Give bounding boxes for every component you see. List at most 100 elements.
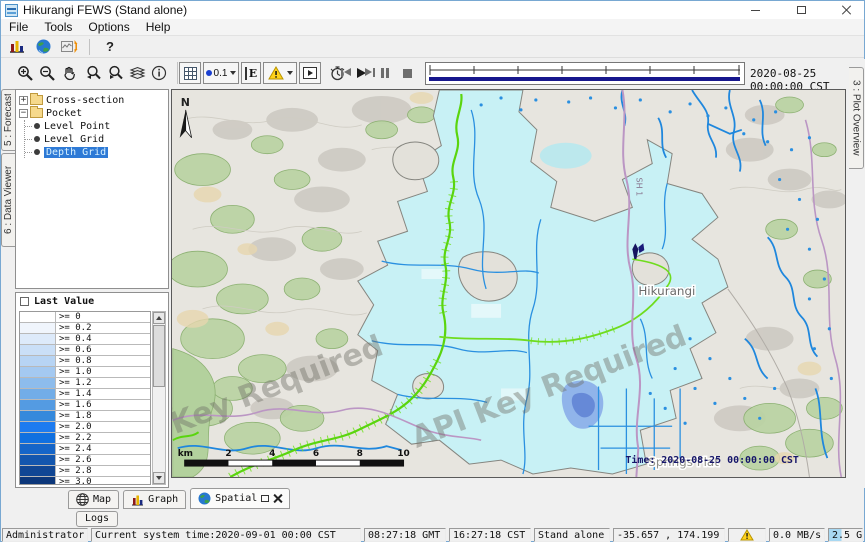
tab-map-label: Map — [93, 494, 111, 505]
tab-spatial[interactable]: Spatial — [190, 488, 290, 509]
layers-button[interactable] — [129, 62, 146, 84]
close-tab-button[interactable] — [273, 494, 282, 503]
tree-item-label: Level Point — [44, 121, 110, 132]
app-icon — [5, 4, 18, 17]
tab-spatial-label: Spatial — [215, 493, 257, 504]
menu-help[interactable]: Help — [138, 19, 179, 35]
warning-layer-dropdown[interactable] — [263, 62, 297, 84]
pan-hand-button[interactable] — [61, 62, 77, 84]
menu-tools[interactable]: Tools — [36, 19, 80, 35]
maximize-button[interactable] — [792, 2, 810, 18]
minimize-button[interactable] — [746, 2, 764, 18]
main-toolbar: ? — [1, 36, 864, 58]
warning-triangle-icon — [268, 66, 284, 80]
tree-item-depth-grid[interactable]: Depth Grid — [25, 146, 168, 158]
grid-display-button[interactable] — [179, 62, 201, 84]
status-local-time: 16:27:18 CST — [449, 528, 531, 542]
tab-logs[interactable]: Logs — [76, 511, 118, 527]
bullet-icon — [34, 149, 40, 155]
legend-color-swatch — [20, 389, 56, 399]
scroll-down-button[interactable] — [153, 472, 165, 484]
layers-tree-panel: Cross-section Pocket Level Point Level G… — [15, 89, 169, 289]
status-bar: Administrator Current system time:2020-0… — [1, 528, 864, 542]
globe-icon[interactable] — [33, 38, 53, 56]
bullet-icon — [34, 136, 40, 142]
legend-color-swatch — [20, 323, 56, 333]
info-button[interactable] — [151, 62, 167, 84]
pause-button[interactable] — [381, 62, 389, 84]
status-memory: 2.5 GB — [828, 528, 863, 542]
chevron-down-icon — [230, 71, 236, 75]
contour-value: 0.1 — [214, 68, 228, 79]
scroll-up-button[interactable] — [153, 312, 165, 324]
map-svg: API Key Required API Key Required Hikura… — [172, 90, 845, 477]
legend-color-swatch — [20, 422, 56, 432]
collapse-icon[interactable] — [19, 109, 28, 118]
menu-options[interactable]: Options — [80, 19, 137, 35]
pause-icon — [381, 68, 389, 78]
warning-triangle-icon — [740, 529, 754, 541]
tree-item-label: Pocket — [46, 108, 82, 119]
tree-item-label: Cross-section — [46, 95, 124, 106]
menu-file[interactable]: File — [1, 19, 36, 35]
archive-chart-icon[interactable] — [7, 38, 27, 56]
profile-editor-icon[interactable] — [59, 38, 79, 56]
close-button[interactable] — [838, 2, 856, 18]
timeline-slider[interactable] — [425, 62, 745, 85]
legend-row: >= 1.8 — [20, 411, 150, 422]
svg-text:10: 10 — [397, 449, 409, 459]
contour-dot-icon — [206, 70, 212, 76]
close-icon — [842, 5, 852, 15]
undock-tab-button[interactable] — [261, 495, 269, 502]
expand-icon[interactable] — [19, 96, 28, 105]
legend-row: >= 0.6 — [20, 345, 150, 356]
zoom-next-button[interactable] — [107, 62, 125, 84]
zoom-in-button[interactable] — [17, 62, 34, 84]
zoom-previous-button[interactable] — [85, 62, 103, 84]
zoom-out-button[interactable] — [39, 62, 56, 84]
tree-item-pocket[interactable]: Pocket — [16, 107, 168, 119]
animation-panel-button[interactable] — [299, 62, 321, 84]
tree-item-label-selected: Depth Grid — [44, 147, 108, 158]
legend-row: >= 1.6 — [20, 400, 150, 411]
legend-color-swatch — [20, 466, 56, 476]
legend-scrollbar[interactable] — [152, 311, 166, 485]
timeline-progress-bar — [429, 77, 740, 81]
contour-value-dropdown[interactable]: 0.1 — [203, 62, 239, 84]
label-e: E — [245, 67, 257, 80]
help-button[interactable]: ? — [100, 39, 120, 54]
rewind-button[interactable] — [341, 68, 351, 77]
forward-button[interactable] — [365, 68, 375, 77]
label-toggle-button[interactable]: E — [241, 62, 261, 84]
legend-color-swatch — [20, 367, 56, 377]
scrollbar-thumb[interactable] — [153, 325, 165, 387]
maximize-icon — [797, 6, 806, 14]
legend-row: >= 2.8 — [20, 466, 150, 477]
tree-item-level-point[interactable]: Level Point — [25, 120, 168, 132]
tab-map[interactable]: Map — [68, 490, 119, 509]
status-network-speed: 0.0 MB/s — [769, 528, 825, 542]
tab-plot-overview[interactable]: 3 : Plot Overview — [849, 67, 864, 169]
status-warning-cell[interactable] — [728, 528, 766, 542]
tree-item-cross-section[interactable]: Cross-section — [16, 94, 168, 106]
tab-plot-overview-label: 3 : Plot Overview — [851, 80, 862, 156]
legend-color-swatch — [20, 444, 56, 454]
tab-forecast[interactable]: 5 : Forecast — [1, 89, 15, 151]
svg-text:8: 8 — [357, 449, 363, 459]
legend-color-swatch — [20, 356, 56, 366]
tree-item-label: Level Grid — [44, 134, 104, 145]
legend-color-swatch — [20, 477, 56, 485]
tab-data-viewer[interactable]: 6 : Data Viewer — [1, 153, 15, 247]
wire-globe-icon — [76, 493, 89, 506]
tree-item-level-grid[interactable]: Level Grid — [25, 133, 168, 145]
tab-graph[interactable]: Graph — [123, 490, 186, 509]
map-canvas[interactable]: API Key Required API Key Required Hikura… — [171, 89, 846, 478]
bottom-tab-bar: Map Graph Spatial — [1, 488, 864, 509]
legend-row: >= 1.2 — [20, 378, 150, 389]
legend-color-swatch — [20, 455, 56, 465]
stop-button[interactable] — [403, 62, 412, 84]
legend-row: >= 1.4 — [20, 389, 150, 400]
legend-color-swatch — [20, 378, 56, 388]
chevron-down-icon — [287, 71, 293, 75]
last-value-checkbox[interactable] — [20, 297, 29, 306]
